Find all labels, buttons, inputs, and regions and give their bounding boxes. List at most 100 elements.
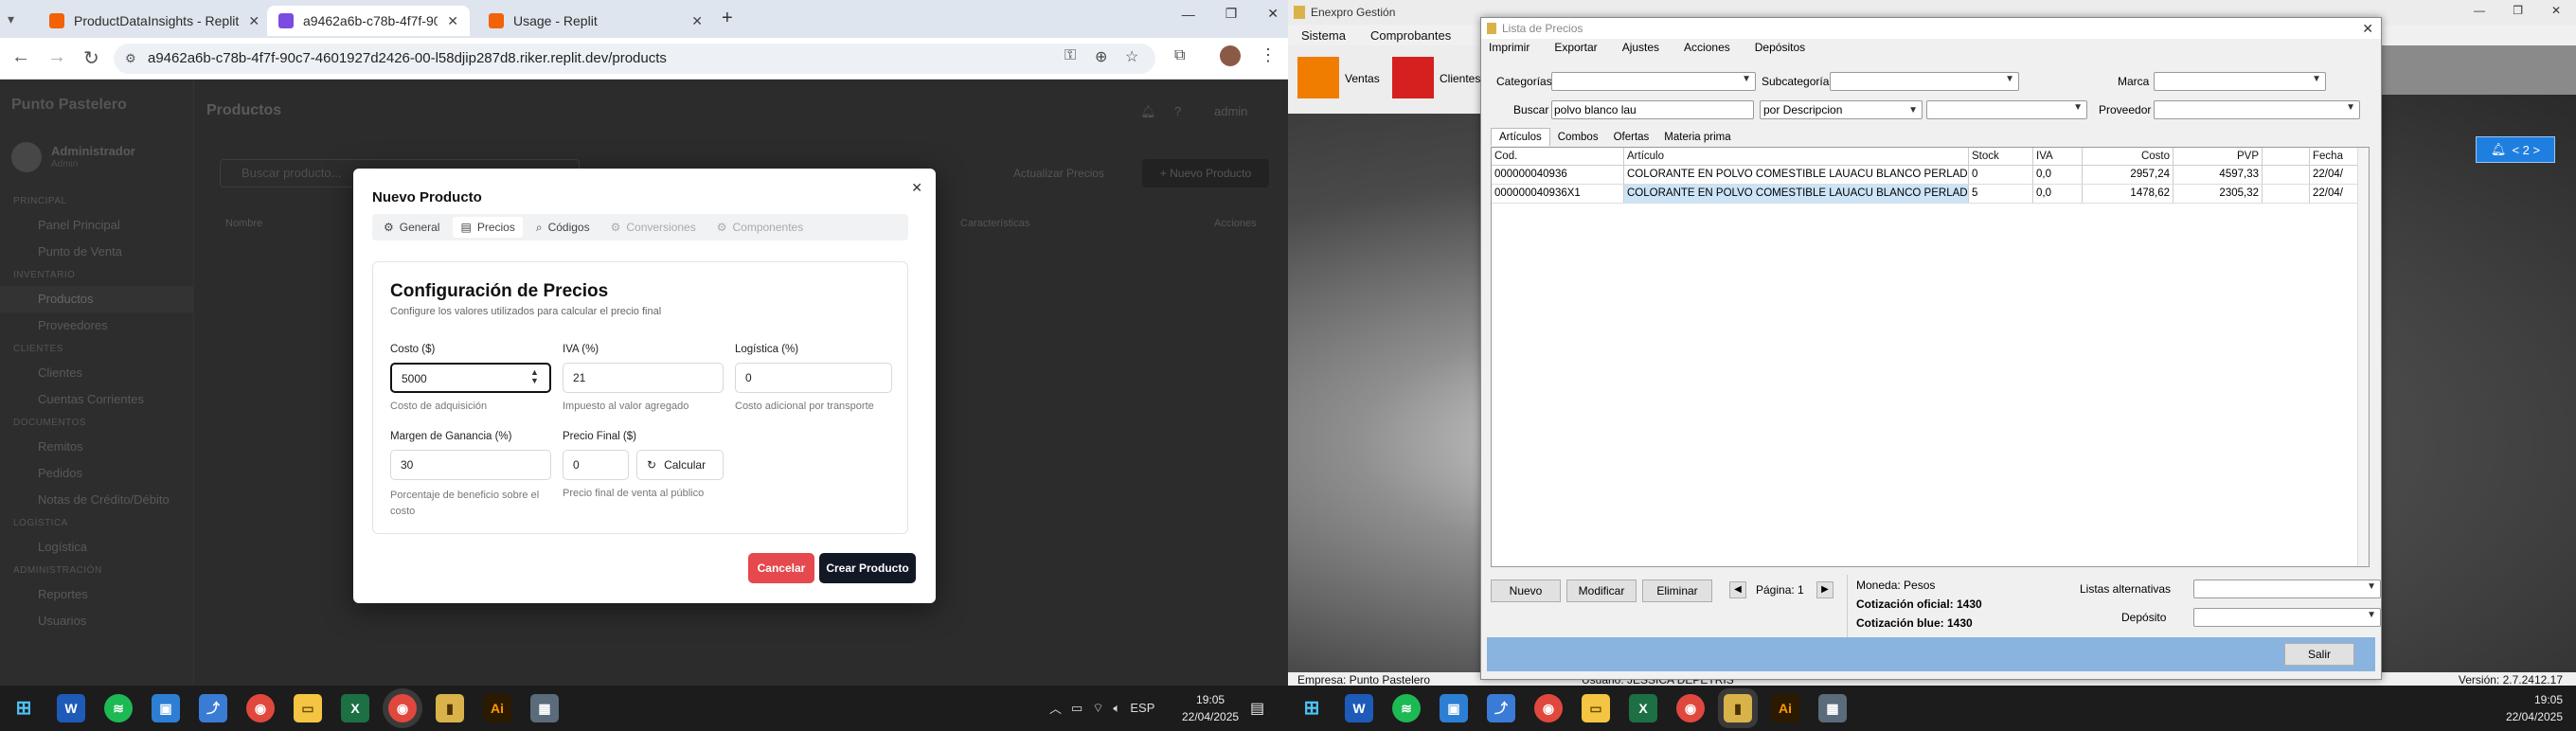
tab-usage[interactable]: Usage - Replit ✕	[477, 6, 714, 36]
create-product-button[interactable]: Crear Producto	[819, 553, 916, 583]
final-price-input[interactable]: 0	[563, 450, 629, 480]
col-articulo[interactable]: Artículo	[1624, 148, 1969, 166]
menu-kebab-icon[interactable]: ⋮	[1260, 45, 1277, 65]
excel-icon[interactable]: X	[1629, 694, 1657, 722]
maximize-icon[interactable]: ❐	[2513, 4, 2523, 17]
tab-active-app[interactable]: a9462a6b-c78b-4f7f-90c7-4601 ✕	[267, 6, 470, 36]
new-product-button[interactable]: + Nuevo Producto	[1142, 159, 1269, 187]
sidebar-item-usuarios[interactable]: Usuarios	[0, 608, 194, 634]
sidebar-item-remitos[interactable]: Remitos	[0, 434, 194, 460]
clock[interactable]: 19:05 22/04/2025	[2506, 691, 2563, 725]
close-icon[interactable]: ✕	[2362, 21, 2373, 37]
col-fecha[interactable]: Fecha	[2310, 148, 2359, 166]
url-field[interactable]: ⚙ a9462a6b-c78b-4f7f-90c7-4601927d2426-0…	[114, 44, 1155, 74]
calculator-icon[interactable]: ▦	[530, 694, 559, 722]
tab-codigos[interactable]: ⌕ Códigos	[528, 217, 598, 239]
categorias-select[interactable]: ▼	[1551, 72, 1756, 91]
marca-select[interactable]: ▼	[2154, 72, 2326, 91]
minimize-icon[interactable]: —	[1182, 7, 1195, 22]
sidebar-item-logistica[interactable]: Logística	[0, 534, 194, 561]
search-mode-select[interactable]: por Descripcion ▼	[1760, 100, 1923, 119]
listas-select[interactable]: ▼	[2193, 579, 2381, 598]
sidebar-item-reportes[interactable]: Reportes	[0, 581, 194, 608]
tab-articulos[interactable]: Artículos	[1491, 128, 1550, 146]
notification-icon[interactable]: ▤	[1250, 699, 1264, 718]
minimize-icon[interactable]: —	[2474, 4, 2485, 17]
sidebar-item-cuentas[interactable]: Cuentas Corrientes	[0, 386, 194, 413]
menu-depositos[interactable]: Depósitos	[1755, 41, 1805, 54]
windows-start-icon[interactable]: ⊞	[9, 694, 38, 722]
chrome-active-icon[interactable]: ◉	[388, 694, 417, 722]
illustrator-icon[interactable]: Ai	[483, 694, 511, 722]
logistica-input[interactable]: 0	[735, 363, 892, 393]
filter-select[interactable]: ▼	[1926, 100, 2087, 119]
app-icon[interactable]: ⤴	[1487, 694, 1515, 722]
spotify-icon[interactable]: ≋	[1392, 694, 1421, 722]
iva-input[interactable]: 21	[563, 363, 724, 393]
close-icon[interactable]: ✕	[911, 180, 922, 196]
volume-icon[interactable]: 🔈︎	[1114, 701, 1121, 716]
app-icon[interactable]: ⤴	[199, 694, 227, 722]
illustrator-icon[interactable]: Ai	[1771, 694, 1799, 722]
sidebar-item-pedidos[interactable]: Pedidos	[0, 460, 194, 487]
subcategoria-select[interactable]: ▼	[1830, 72, 2019, 91]
table-row[interactable]: 000000040936X1 COLORANTE EN POLVO COMEST…	[1492, 185, 2359, 204]
network-icon[interactable]: ⌔	[1092, 701, 1103, 716]
chrome-icon[interactable]: ◉	[1676, 694, 1705, 722]
bookmark-star-icon[interactable]: ☆	[1125, 47, 1138, 66]
costo-input[interactable]: 5000	[390, 363, 551, 393]
chevron-up-icon[interactable]: ︿	[1049, 699, 1062, 717]
windows-start-icon[interactable]: ⊞	[1297, 694, 1326, 722]
tab-precios[interactable]: ▤ Precios	[453, 217, 523, 238]
nuevo-button[interactable]: Nuevo	[1491, 579, 1561, 602]
menu-imprimir[interactable]: Imprimir	[1489, 41, 1530, 54]
close-icon[interactable]: ✕	[447, 13, 458, 29]
tab-conversiones[interactable]: ⚙ Conversiones	[603, 217, 704, 238]
enexpro-active-icon[interactable]: ▮	[1724, 694, 1752, 722]
tab-search-icon[interactable]: ▾	[8, 9, 27, 28]
tab-materia-prima[interactable]: Materia prima	[1656, 129, 1738, 146]
col-cod[interactable]: Cod.	[1492, 148, 1624, 166]
enexpro-icon[interactable]: ▮	[436, 694, 464, 722]
tab-componentes[interactable]: ⚙ Componentes	[709, 217, 811, 238]
ventas-icon[interactable]	[1297, 57, 1339, 98]
col-iva[interactable]: IVA	[2033, 148, 2083, 166]
extensions-icon[interactable]: ⧉	[1174, 47, 1185, 64]
back-icon[interactable]: ←	[11, 46, 30, 68]
photos-icon[interactable]: ▣	[152, 694, 180, 722]
menu-exportar[interactable]: Exportar	[1554, 41, 1597, 54]
menu-comprobantes[interactable]: Comprobantes	[1370, 28, 1451, 43]
clock[interactable]: 19:05 22/04/2025	[1182, 691, 1239, 725]
table-row[interactable]: 000000040936 COLORANTE EN POLVO COMESTIB…	[1492, 166, 2359, 185]
clientes-label[interactable]: Clientes	[1440, 72, 1480, 85]
update-prices-button[interactable]: Actualizar Precios	[1013, 167, 1104, 180]
chrome-icon[interactable]: ◉	[246, 694, 275, 722]
proveedor-select[interactable]: ▼	[2154, 100, 2360, 119]
modificar-button[interactable]: Modificar	[1566, 579, 1637, 602]
battery-icon[interactable]: ▭	[1071, 701, 1082, 716]
help-icon[interactable]: ?	[1174, 104, 1181, 118]
vertical-scrollbar[interactable]	[2357, 148, 2369, 566]
word-icon[interactable]: W	[57, 694, 85, 722]
excel-icon[interactable]: X	[341, 694, 369, 722]
maximize-icon[interactable]: ❐	[1225, 6, 1238, 22]
cancel-button[interactable]: Cancelar	[748, 553, 814, 583]
close-icon[interactable]: ✕	[2551, 4, 2561, 17]
tab-ofertas[interactable]: Ofertas	[1606, 129, 1657, 146]
photos-icon[interactable]: ▣	[1440, 694, 1468, 722]
sidebar-item-notas[interactable]: Notas de Crédito/Débito	[0, 487, 194, 513]
zoom-icon[interactable]: ⊕	[1095, 47, 1107, 66]
menu-ajustes[interactable]: Ajustes	[1622, 41, 1659, 54]
prev-page-icon[interactable]: ◀	[1729, 581, 1746, 598]
salir-button[interactable]: Salir	[2284, 643, 2354, 666]
calculator-icon[interactable]: ▦	[1818, 694, 1847, 722]
user-menu[interactable]: admin	[1214, 104, 1247, 118]
calculate-button[interactable]: ↻ Calcular	[636, 450, 724, 480]
sidebar-item-productos[interactable]: Productos	[0, 286, 194, 312]
close-icon[interactable]: ✕	[1267, 6, 1279, 22]
file-explorer-icon[interactable]: ▭	[294, 694, 322, 722]
notification-badge[interactable]: 🔔︎ < 2 >	[2476, 136, 2555, 163]
spinner-icon[interactable]: ▲ ▼	[530, 368, 539, 385]
col-stock[interactable]: Stock	[1969, 148, 2033, 166]
profile-avatar[interactable]	[1220, 45, 1241, 66]
